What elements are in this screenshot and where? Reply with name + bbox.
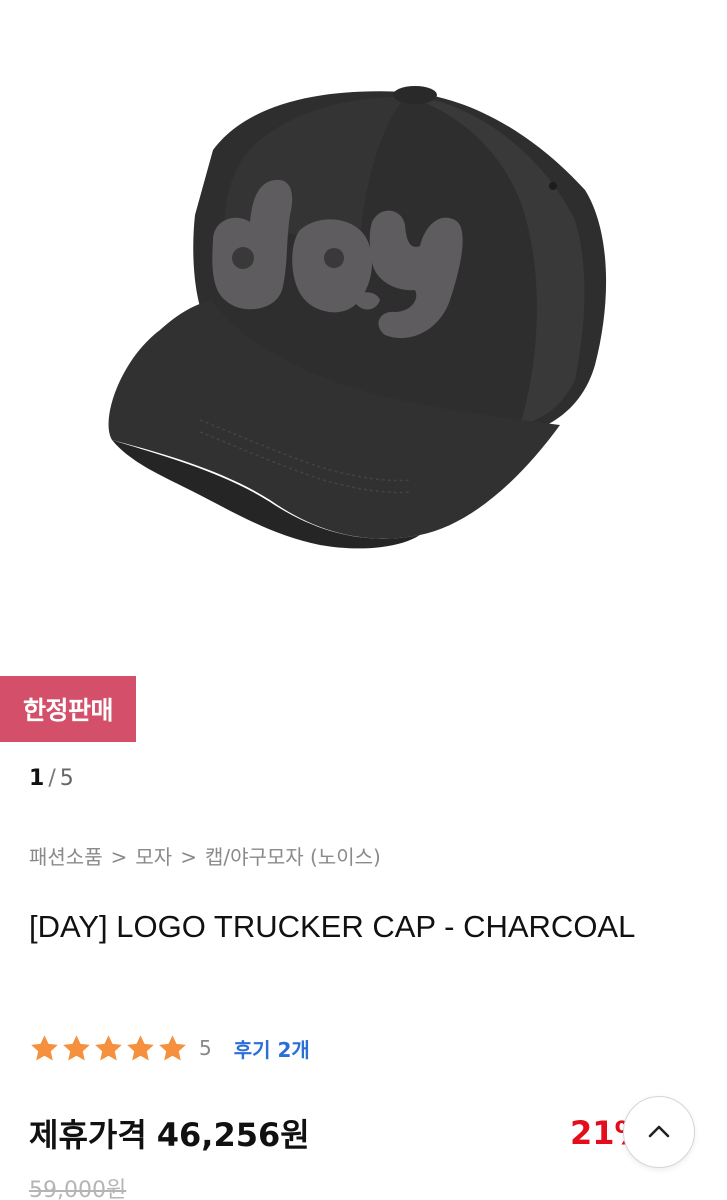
- pager-total: 5: [59, 766, 74, 791]
- breadcrumb: 패션소품 > 모자 > 캡/야구모자 (노이스): [29, 841, 381, 870]
- image-pager: 1/5: [29, 766, 74, 791]
- price-row: 제휴가격 46,256원: [29, 1110, 310, 1156]
- star-icon: [63, 1034, 90, 1061]
- cap-photo: [108, 86, 607, 549]
- rating-row: 5 후기 2개: [29, 1030, 310, 1066]
- star-icon: [159, 1034, 186, 1061]
- star-icon: [127, 1034, 154, 1061]
- rating-value: 5: [199, 1036, 212, 1060]
- breadcrumb-item-fashion[interactable]: 패션소품: [29, 845, 103, 869]
- rating-stars: [29, 1033, 189, 1064]
- limited-sale-badge: 한정판매: [0, 676, 136, 742]
- pager-current: 1: [29, 766, 45, 791]
- breadcrumb-separator: >: [180, 845, 197, 869]
- breadcrumb-item-hat[interactable]: 모자: [135, 845, 172, 869]
- scroll-to-top-button[interactable]: [623, 1096, 695, 1168]
- product-title: [DAY] LOGO TRUCKER CAP - CHARCOAL: [29, 909, 636, 944]
- product-image[interactable]: [0, 0, 727, 668]
- chevron-up-icon: [648, 1125, 670, 1138]
- breadcrumb-item-cap[interactable]: 캡/야구모자 (노이스): [205, 845, 381, 869]
- price-amount: 46,256원: [156, 1116, 310, 1154]
- star-icon: [95, 1034, 122, 1061]
- original-price: 59,000원: [29, 1178, 127, 1200]
- breadcrumb-separator: >: [110, 845, 128, 869]
- price-label: 제휴가격: [29, 1116, 147, 1154]
- pager-separator: /: [48, 766, 56, 791]
- review-count-link[interactable]: 후기 2개: [234, 1034, 310, 1063]
- star-icon: [31, 1034, 58, 1061]
